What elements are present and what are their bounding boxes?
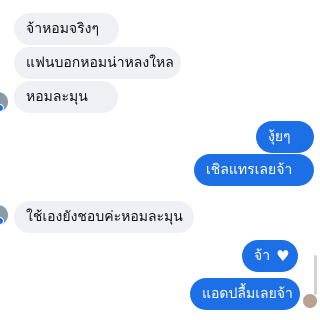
outgoing-message[interactable]: เชิลแทรเลยจ้า — [194, 154, 314, 186]
message-text: แอดปลื้มเลยจ้า — [202, 286, 293, 302]
message-text: จ้า — [254, 248, 271, 264]
sender-avatar[interactable] — [0, 205, 8, 225]
message-text: งุ้ยๆ — [268, 129, 291, 145]
heart-icon: ♥ — [276, 247, 290, 265]
sender-avatar[interactable] — [0, 92, 8, 112]
scrollbar[interactable] — [314, 255, 317, 295]
chat-thread: จ้าหอมจริงๆ แฟนบอกหอมน่าหลงใหล หอมละมุน … — [0, 0, 320, 320]
message-text: ใช้เองยังชอบค่ะหอมละมุน — [26, 209, 183, 225]
incoming-message[interactable]: แฟนบอกหอมน่าหลงใหล — [14, 47, 181, 79]
incoming-message[interactable]: หอมละมุน — [14, 81, 118, 113]
message-text: จ้าหอมจริงๆ — [26, 21, 100, 37]
outgoing-message[interactable]: แอดปลื้มเลยจ้า — [190, 278, 300, 310]
incoming-message[interactable]: ใช้เองยังชอบค่ะหอมละมุน — [14, 201, 194, 233]
message-text: เชิลแทรเลยจ้า — [206, 162, 293, 178]
message-text: แฟนบอกหอมน่าหลงใหล — [26, 55, 174, 71]
outgoing-message[interactable]: จ้า ♥ — [242, 240, 298, 272]
message-text: หอมละมุน — [26, 89, 88, 105]
seen-avatar — [302, 293, 318, 309]
outgoing-message[interactable]: งุ้ยๆ — [256, 121, 314, 153]
incoming-message[interactable]: จ้าหอมจริงๆ — [14, 13, 119, 45]
